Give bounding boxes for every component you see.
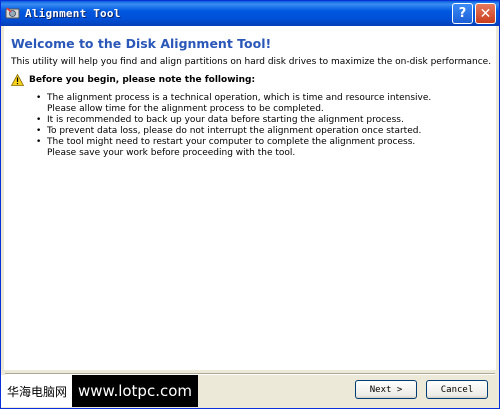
cancel-button[interactable]: Cancel	[426, 380, 488, 399]
disk-tool-icon	[5, 6, 20, 21]
title-bar[interactable]: Alignment Tool ? ✕	[1, 1, 499, 26]
warning-title: Before you begin, please note the follow…	[29, 75, 256, 85]
list-item-text: To prevent data loss, please do not inte…	[47, 126, 422, 136]
list-item-text: Please save your work before proceeding …	[47, 148, 296, 158]
window-title: Alignment Tool	[25, 7, 121, 20]
list-item-text: Please allow time for the alignment proc…	[47, 104, 324, 114]
alignment-tool-window: Alignment Tool ? ✕ Welcome to the Disk A…	[0, 0, 500, 409]
list-item: • The tool might need to restart your com…	[36, 137, 416, 158]
list-item: • It is recommended to back up your data …	[36, 115, 404, 125]
list-item-text: It is recommended to back up your data b…	[47, 115, 404, 125]
intro-text: This utility will help you find and alig…	[11, 57, 492, 67]
watermark-url: www.lotpc.com	[72, 375, 199, 407]
next-button[interactable]: Next >	[355, 380, 417, 399]
page-title: Welcome to the Disk Alignment Tool!	[11, 36, 272, 51]
close-button[interactable]: ✕	[475, 3, 496, 24]
warning-icon	[10, 73, 25, 86]
watermark-cn: 华海电脑网	[1, 375, 73, 407]
list-item-text: The alignment process is a technical ope…	[47, 93, 432, 103]
list-item: • The alignment process is a technical op…	[36, 93, 432, 114]
content-panel: Welcome to the Disk Alignment Tool! This…	[4, 26, 496, 370]
list-item-text: The tool might need to restart your comp…	[47, 137, 416, 147]
list-item: • To prevent data loss, please do not int…	[36, 126, 422, 136]
help-icon: ?	[458, 6, 467, 21]
notes-list: • The alignment process is a technical op…	[34, 93, 431, 159]
close-icon: ✕	[479, 5, 492, 22]
warning-header: Before you begin, please note the follow…	[10, 73, 256, 86]
watermark: 华海电脑网 www.lotpc.com	[1, 375, 199, 407]
help-button[interactable]: ?	[452, 3, 473, 24]
